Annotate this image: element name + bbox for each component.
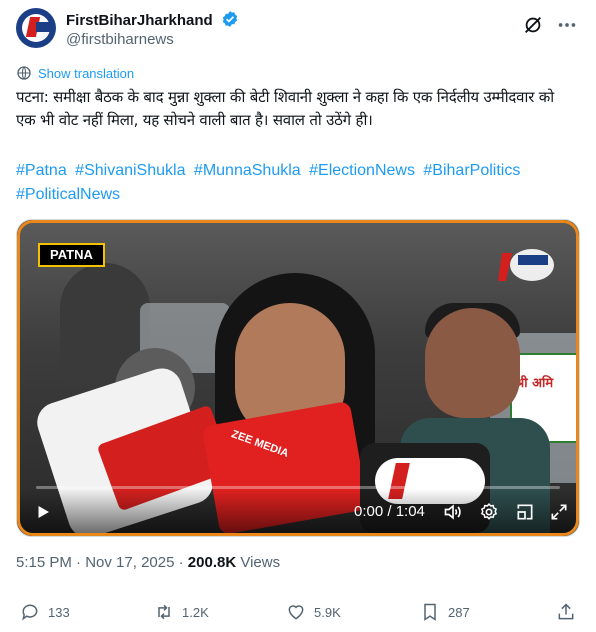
author-name[interactable]: FirstBiharJharkhand (66, 10, 239, 31)
author-handle[interactable]: @firstbiharnews (66, 30, 174, 50)
more-dots-icon[interactable] (556, 14, 578, 36)
reply-icon (22, 604, 38, 621)
retweet-button[interactable]: 1.2K (154, 600, 209, 624)
share-button[interactable] (556, 600, 576, 624)
tweet-time[interactable]: 5:15 PM (16, 554, 72, 571)
hashtag-list: #Patna #ShivaniShukla #MunnaShukla #Elec… (16, 159, 576, 207)
like-count: 5.9K (314, 604, 341, 620)
hashtag-link[interactable]: #MunnaShukla (194, 162, 301, 179)
tweet-date[interactable]: Nov 17, 2025 (85, 554, 174, 571)
show-translation-label[interactable]: Show translation (38, 66, 134, 81)
reply-button[interactable]: 133 (20, 600, 70, 624)
tweet-meta: 5:15 PM · Nov 17, 2025 · 200.8K Views (16, 554, 281, 571)
bookmark-count: 287 (448, 604, 470, 620)
tweet-header: FirstBiharJharkhand @firstbiharnews (16, 8, 584, 52)
views-label: Views (240, 554, 281, 571)
heart-icon (288, 605, 304, 620)
grok-slash-icon[interactable] (522, 14, 544, 36)
hashtag-link[interactable]: #BiharPolitics (423, 162, 520, 179)
hashtag-link[interactable]: #Patna (16, 162, 67, 179)
video-player[interactable]: श्री अमि ZEE MEDIA PATNA 0:00 / 1:04 (16, 219, 580, 537)
hashtag-link[interactable]: #PoliticalNews (16, 186, 120, 203)
share-icon (558, 603, 574, 620)
reply-count: 133 (48, 604, 70, 620)
translate-icon (17, 66, 31, 80)
tweet-actions: 133 1.2K 5.9K 287 (16, 600, 580, 624)
hashtag-link[interactable]: #ElectionNews (309, 162, 415, 179)
views-count: 200.8K (187, 554, 237, 571)
retweet-count: 1.2K (182, 604, 209, 620)
verified-badge-icon (222, 11, 238, 27)
bookmark-icon (424, 603, 436, 621)
show-translation-link[interactable]: Show translation (16, 64, 134, 82)
hashtag-link[interactable]: #ShivaniShukla (75, 162, 185, 179)
tweet-text: पटना: समीक्षा बैठक के बाद मुन्ना शुक्ला … (16, 88, 554, 129)
avatar[interactable] (16, 8, 56, 48)
like-button[interactable]: 5.9K (286, 600, 341, 624)
bookmark-button[interactable]: 287 (420, 600, 470, 624)
retweet-icon (158, 604, 170, 620)
